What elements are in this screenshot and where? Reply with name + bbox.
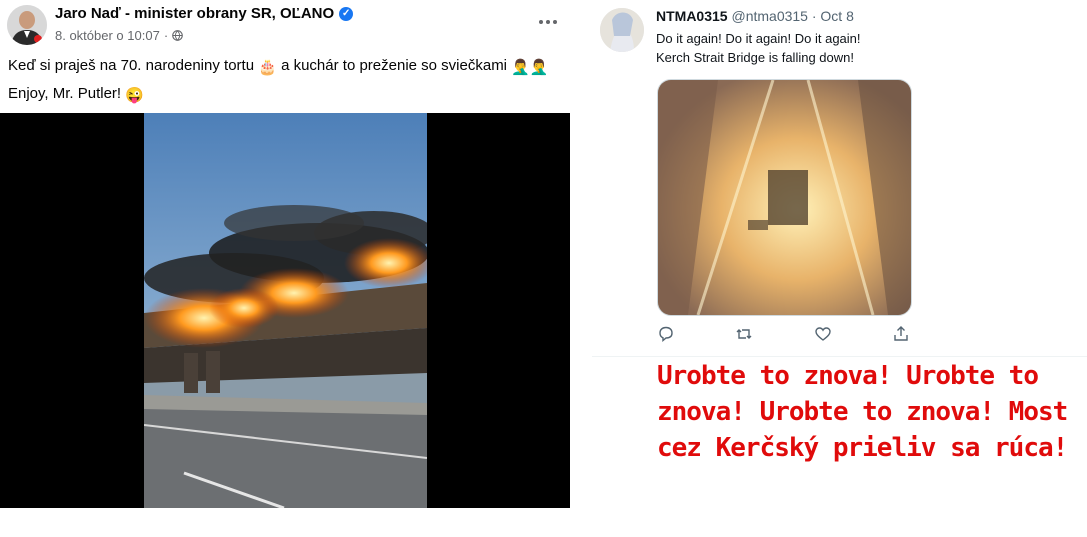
post-text-cont: a kuchár to preženie so sviečkami [281,57,508,74]
tweet-author-name[interactable]: NTMA0315 [656,8,728,24]
check-badge-icon: ✓ [339,6,354,21]
translation-caption: Urobte to znova! Urobte to znova! Urobte… [657,361,1068,463]
tweet-actions [657,325,917,345]
tweet-date[interactable]: Oct 8 [820,8,853,24]
tweet-separator: · [811,8,817,24]
post-text-enjoy: Enjoy, Mr. Putler! [8,85,122,102]
facepalm-emoji: 🤦‍♂️🤦‍♂️ [511,59,549,76]
tweet-divider [592,356,1087,357]
bridge-fire-image [144,113,427,508]
author-avatar[interactable] [7,5,47,45]
post-text-line1: Keď si praješ na 70. narodeniny tortu 🎂 … [8,57,549,76]
post-date[interactable]: 8. október o 10:07 [55,28,160,43]
post-video[interactable] [0,113,570,508]
share-icon[interactable] [892,325,910,343]
tweet-avatar[interactable] [600,8,644,52]
tweet-text-line2: Kerch Strait Bridge is falling down! [656,50,854,65]
post-text-start: Keď si praješ na 70. narodeniny tortu [8,57,255,74]
like-icon[interactable] [814,325,832,343]
globe-icon[interactable] [172,30,183,41]
retweet-icon[interactable] [735,325,753,343]
post-text-line2: Enjoy, Mr. Putler! 😜 [8,85,144,104]
tweet-text-line1: Do it again! Do it again! Do it again! [656,31,861,46]
cake-emoji: 🎂 [258,59,277,76]
tweet-text: Do it again! Do it again! Do it again! K… [656,29,861,67]
post-meta: 8. október o 10:07 · [55,28,183,43]
tweet-handle[interactable]: @ntma0315 [731,8,807,24]
author-name[interactable]: Jaro Naď - minister obrany SR, OĽANO ✓ [55,5,354,22]
meta-separator: · [163,28,169,43]
tweet-header: NTMA0315 @ntma0315 · Oct 8 [656,8,854,24]
more-options-icon[interactable] [535,12,561,32]
facebook-post: Jaro Naď - minister obrany SR, OĽANO ✓ 8… [0,0,570,537]
tweet-image[interactable] [657,79,912,316]
reply-icon[interactable] [657,325,675,343]
author-name-text[interactable]: Jaro Naď - minister obrany SR, OĽANO [55,5,334,22]
wink-emoji: 😜 [125,87,144,104]
